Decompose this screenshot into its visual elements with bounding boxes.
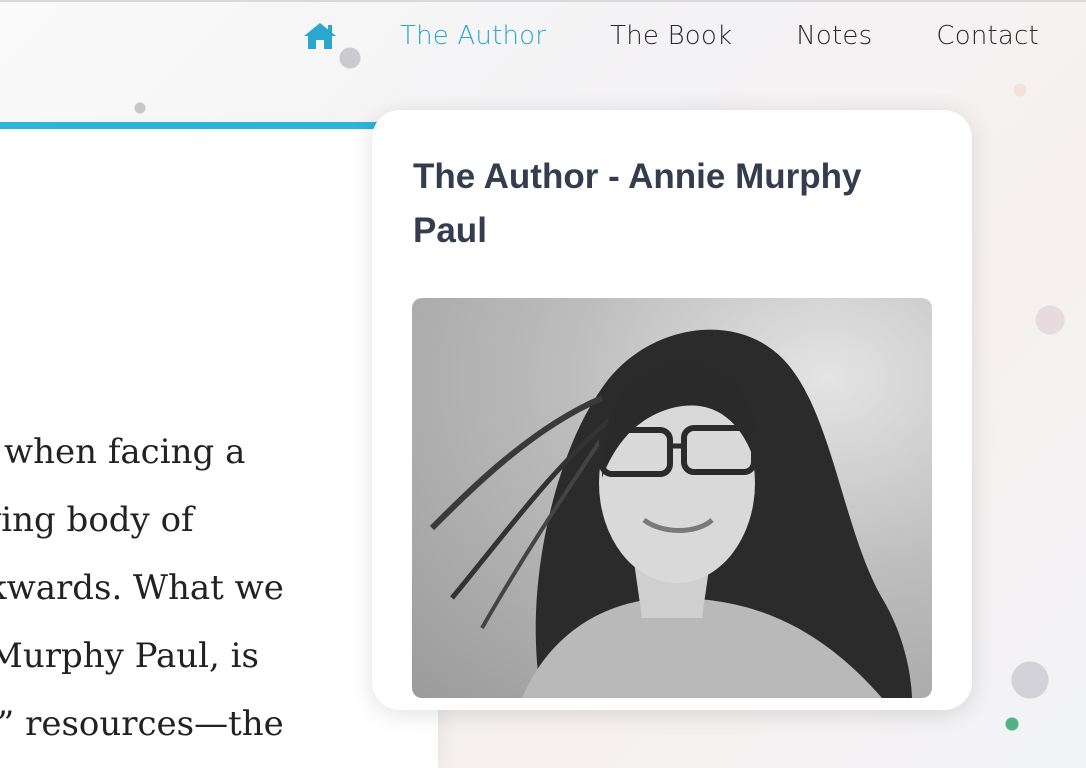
body-line: l” resources—the — [0, 704, 284, 744]
home-icon — [304, 23, 336, 49]
home-link[interactable] — [300, 16, 340, 56]
accent-rule — [0, 122, 400, 129]
main-nav: The Author The Book Notes Contact — [300, 16, 1039, 56]
body-line: when facing a — [4, 432, 246, 472]
body-line: ving body of — [0, 500, 194, 540]
author-card: The Author - Annie Murphy Paul — [372, 110, 972, 710]
card-title: The Author - Annie Murphy Paul — [413, 157, 862, 250]
nav-item-contact[interactable]: Contact — [936, 21, 1039, 51]
nav-item-notes[interactable]: Notes — [796, 21, 872, 51]
body-line: kwards. What we — [0, 568, 284, 608]
author-photo — [412, 298, 932, 698]
body-line: Murphy Paul, is — [0, 636, 259, 676]
body-paragraph: when facing a ving body of kwards. What … — [0, 418, 330, 758]
portrait-image — [429, 329, 912, 698]
top-divider — [0, 0, 1086, 2]
nav-item-the-book[interactable]: The Book — [610, 21, 732, 51]
nav-item-the-author[interactable]: The Author — [400, 21, 546, 51]
